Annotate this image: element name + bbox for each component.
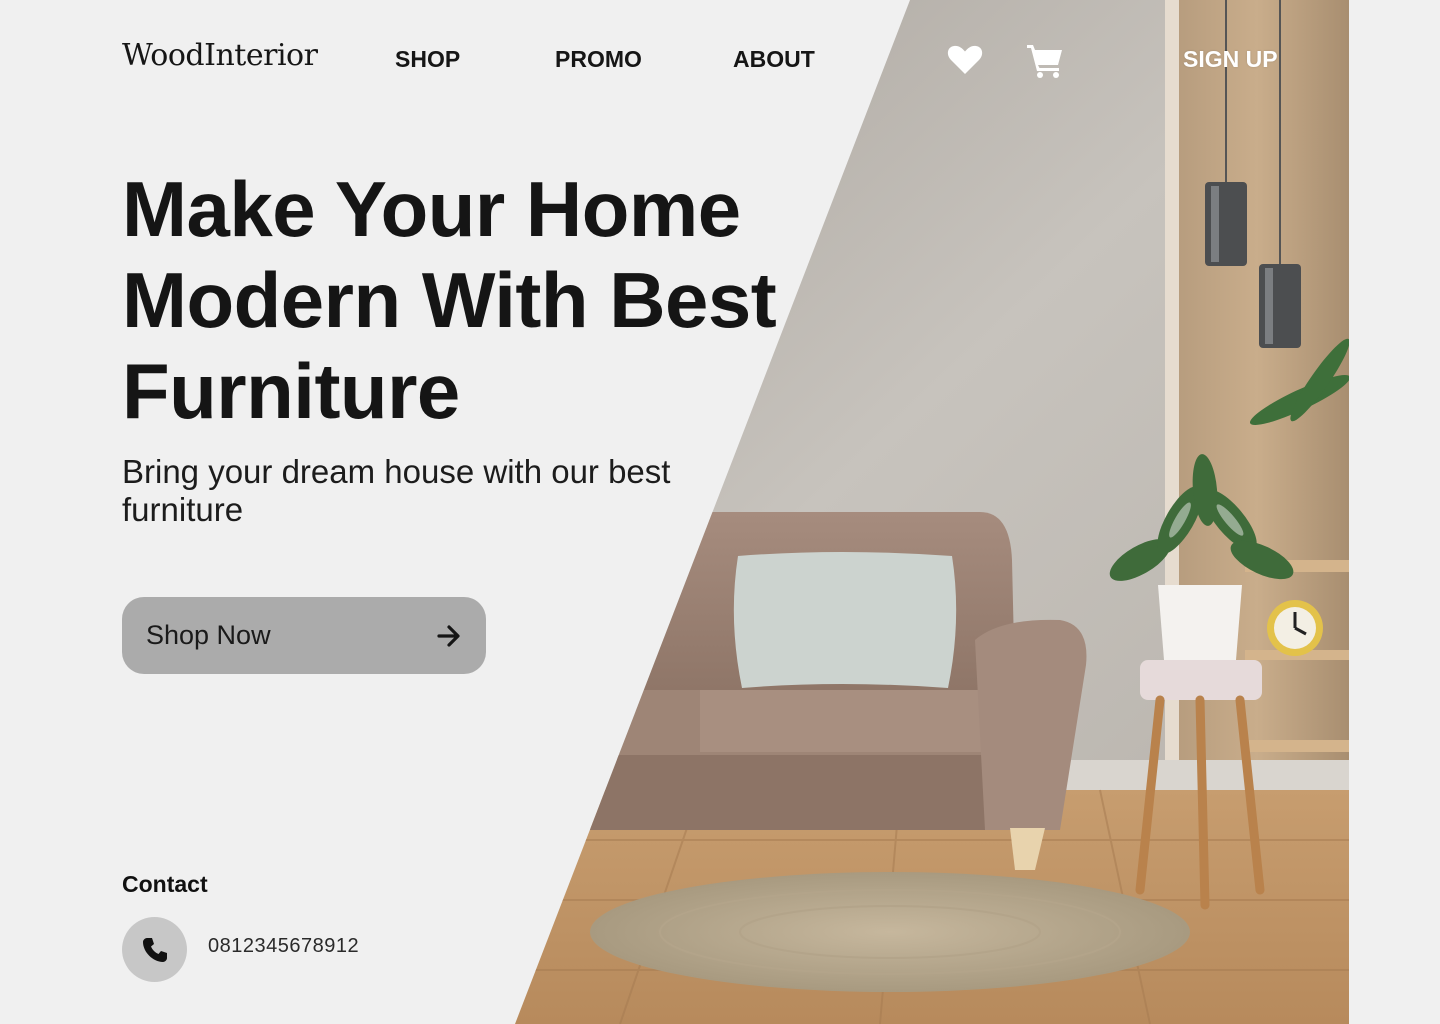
- shop-now-label: Shop Now: [146, 620, 271, 650]
- phone-icon: [142, 937, 167, 962]
- nav-link-shop[interactable]: SHOP: [395, 46, 460, 73]
- hero-headline: Make Your Home Modern With Best Furnitur…: [122, 165, 777, 435]
- shop-now-button[interactable]: Shop Now: [122, 597, 486, 674]
- hero-subtext: Bring your dream house with our best fur…: [122, 453, 671, 528]
- wishlist-button[interactable]: [945, 40, 985, 80]
- heart-icon: [947, 45, 983, 74]
- phone-button[interactable]: [122, 917, 187, 982]
- nav-link-promo[interactable]: PROMO: [555, 46, 642, 73]
- cart-button[interactable]: [1025, 40, 1065, 80]
- nav-link-about[interactable]: ABOUT: [733, 46, 815, 73]
- cart-icon: [1027, 45, 1062, 78]
- contact-heading: Contact: [122, 871, 208, 897]
- arrow-right-icon: [437, 624, 460, 647]
- contact-phone-number[interactable]: 0812345678912: [208, 935, 359, 958]
- page-right-margin: [1349, 0, 1440, 1024]
- brand-logo[interactable]: WoodInterior: [122, 38, 318, 73]
- sign-up-link[interactable]: SIGN UP: [1183, 46, 1278, 73]
